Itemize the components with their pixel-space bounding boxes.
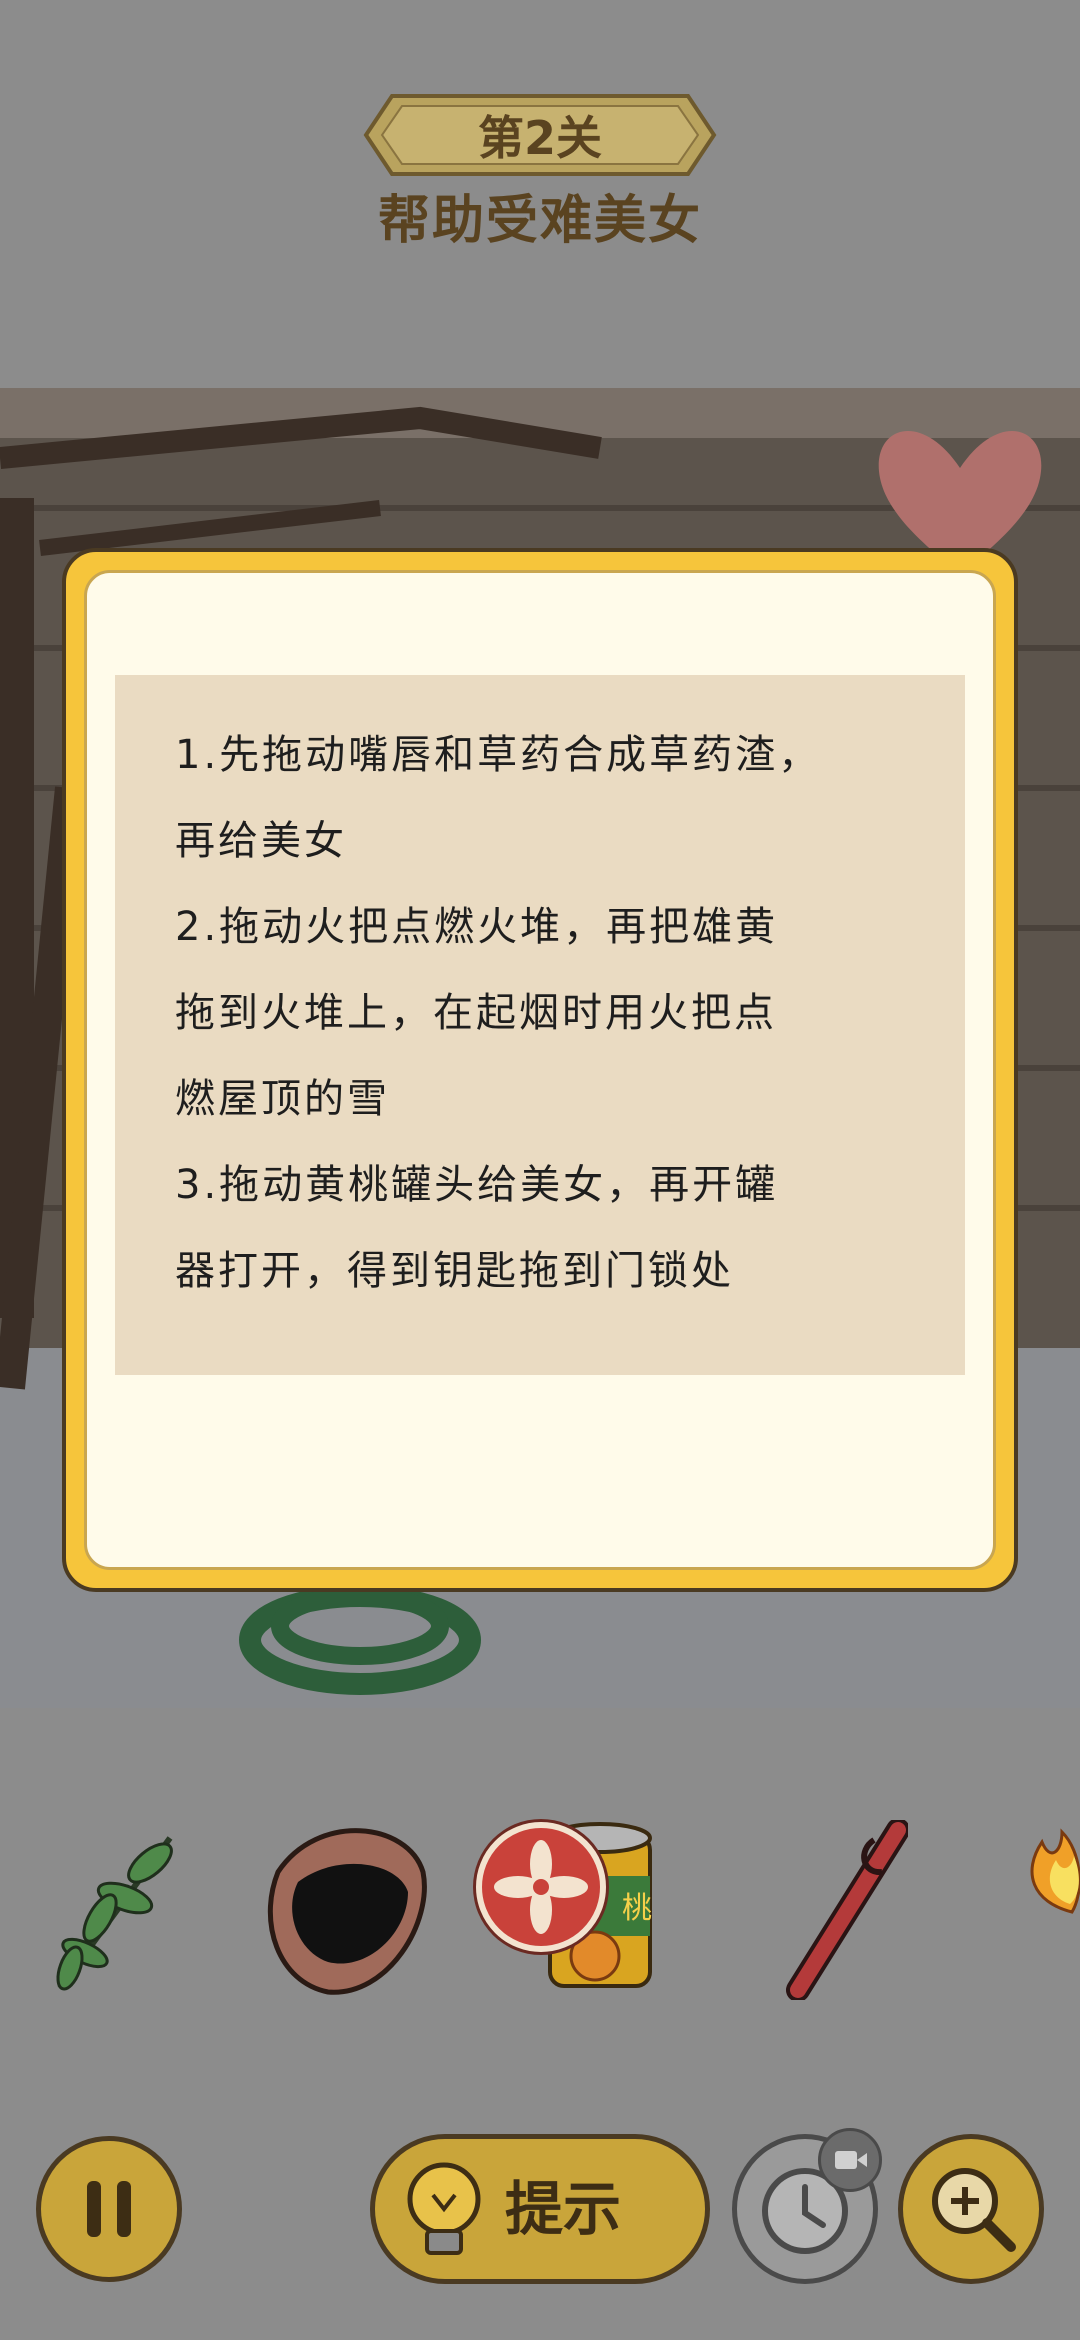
level-title: 帮助受难美女 — [377, 191, 702, 251]
hint-line: 拖到火堆上，在起烟时用火把点 — [175, 990, 777, 1036]
video-ad-badge — [818, 2128, 882, 2192]
header: 第2关 帮助受难美女 — [0, 0, 1080, 390]
hint-button[interactable]: 提示 — [370, 2134, 710, 2284]
can-label: 桃 — [622, 1891, 652, 1926]
level-number: 第2关 — [477, 111, 602, 165]
fire-icon[interactable] — [1022, 1812, 1080, 1926]
cancel-button[interactable] — [476, 1822, 606, 1952]
zoom-button[interactable] — [898, 2134, 1044, 2284]
hint-line: 燃屋顶的雪 — [175, 1076, 390, 1122]
level-badge: 第2关 — [362, 92, 718, 178]
hint-line: 器打开，得到钥匙拖到门锁处 — [175, 1248, 734, 1294]
herb-icon[interactable] — [40, 1818, 190, 2002]
video-icon — [835, 2151, 867, 2169]
lips-icon[interactable] — [258, 1812, 438, 2006]
hint-label: 提示 — [505, 2175, 622, 2243]
zoom-in-icon — [932, 2168, 1016, 2252]
hint-line: 1.先拖动嘴唇和草药合成草药渣， — [175, 732, 822, 778]
lightbulb-icon — [407, 2162, 481, 2255]
can-opener-icon[interactable] — [778, 1818, 910, 2004]
pause-button[interactable] — [36, 2136, 182, 2282]
hint-line: 3.拖动黄桃罐头给美女，再开罐 — [175, 1162, 779, 1208]
hint-line: 2.拖动火把点燃火堆，再把雄黄 — [175, 904, 779, 950]
hint-line: 再给美女 — [175, 818, 347, 864]
pause-icon — [87, 2181, 131, 2237]
